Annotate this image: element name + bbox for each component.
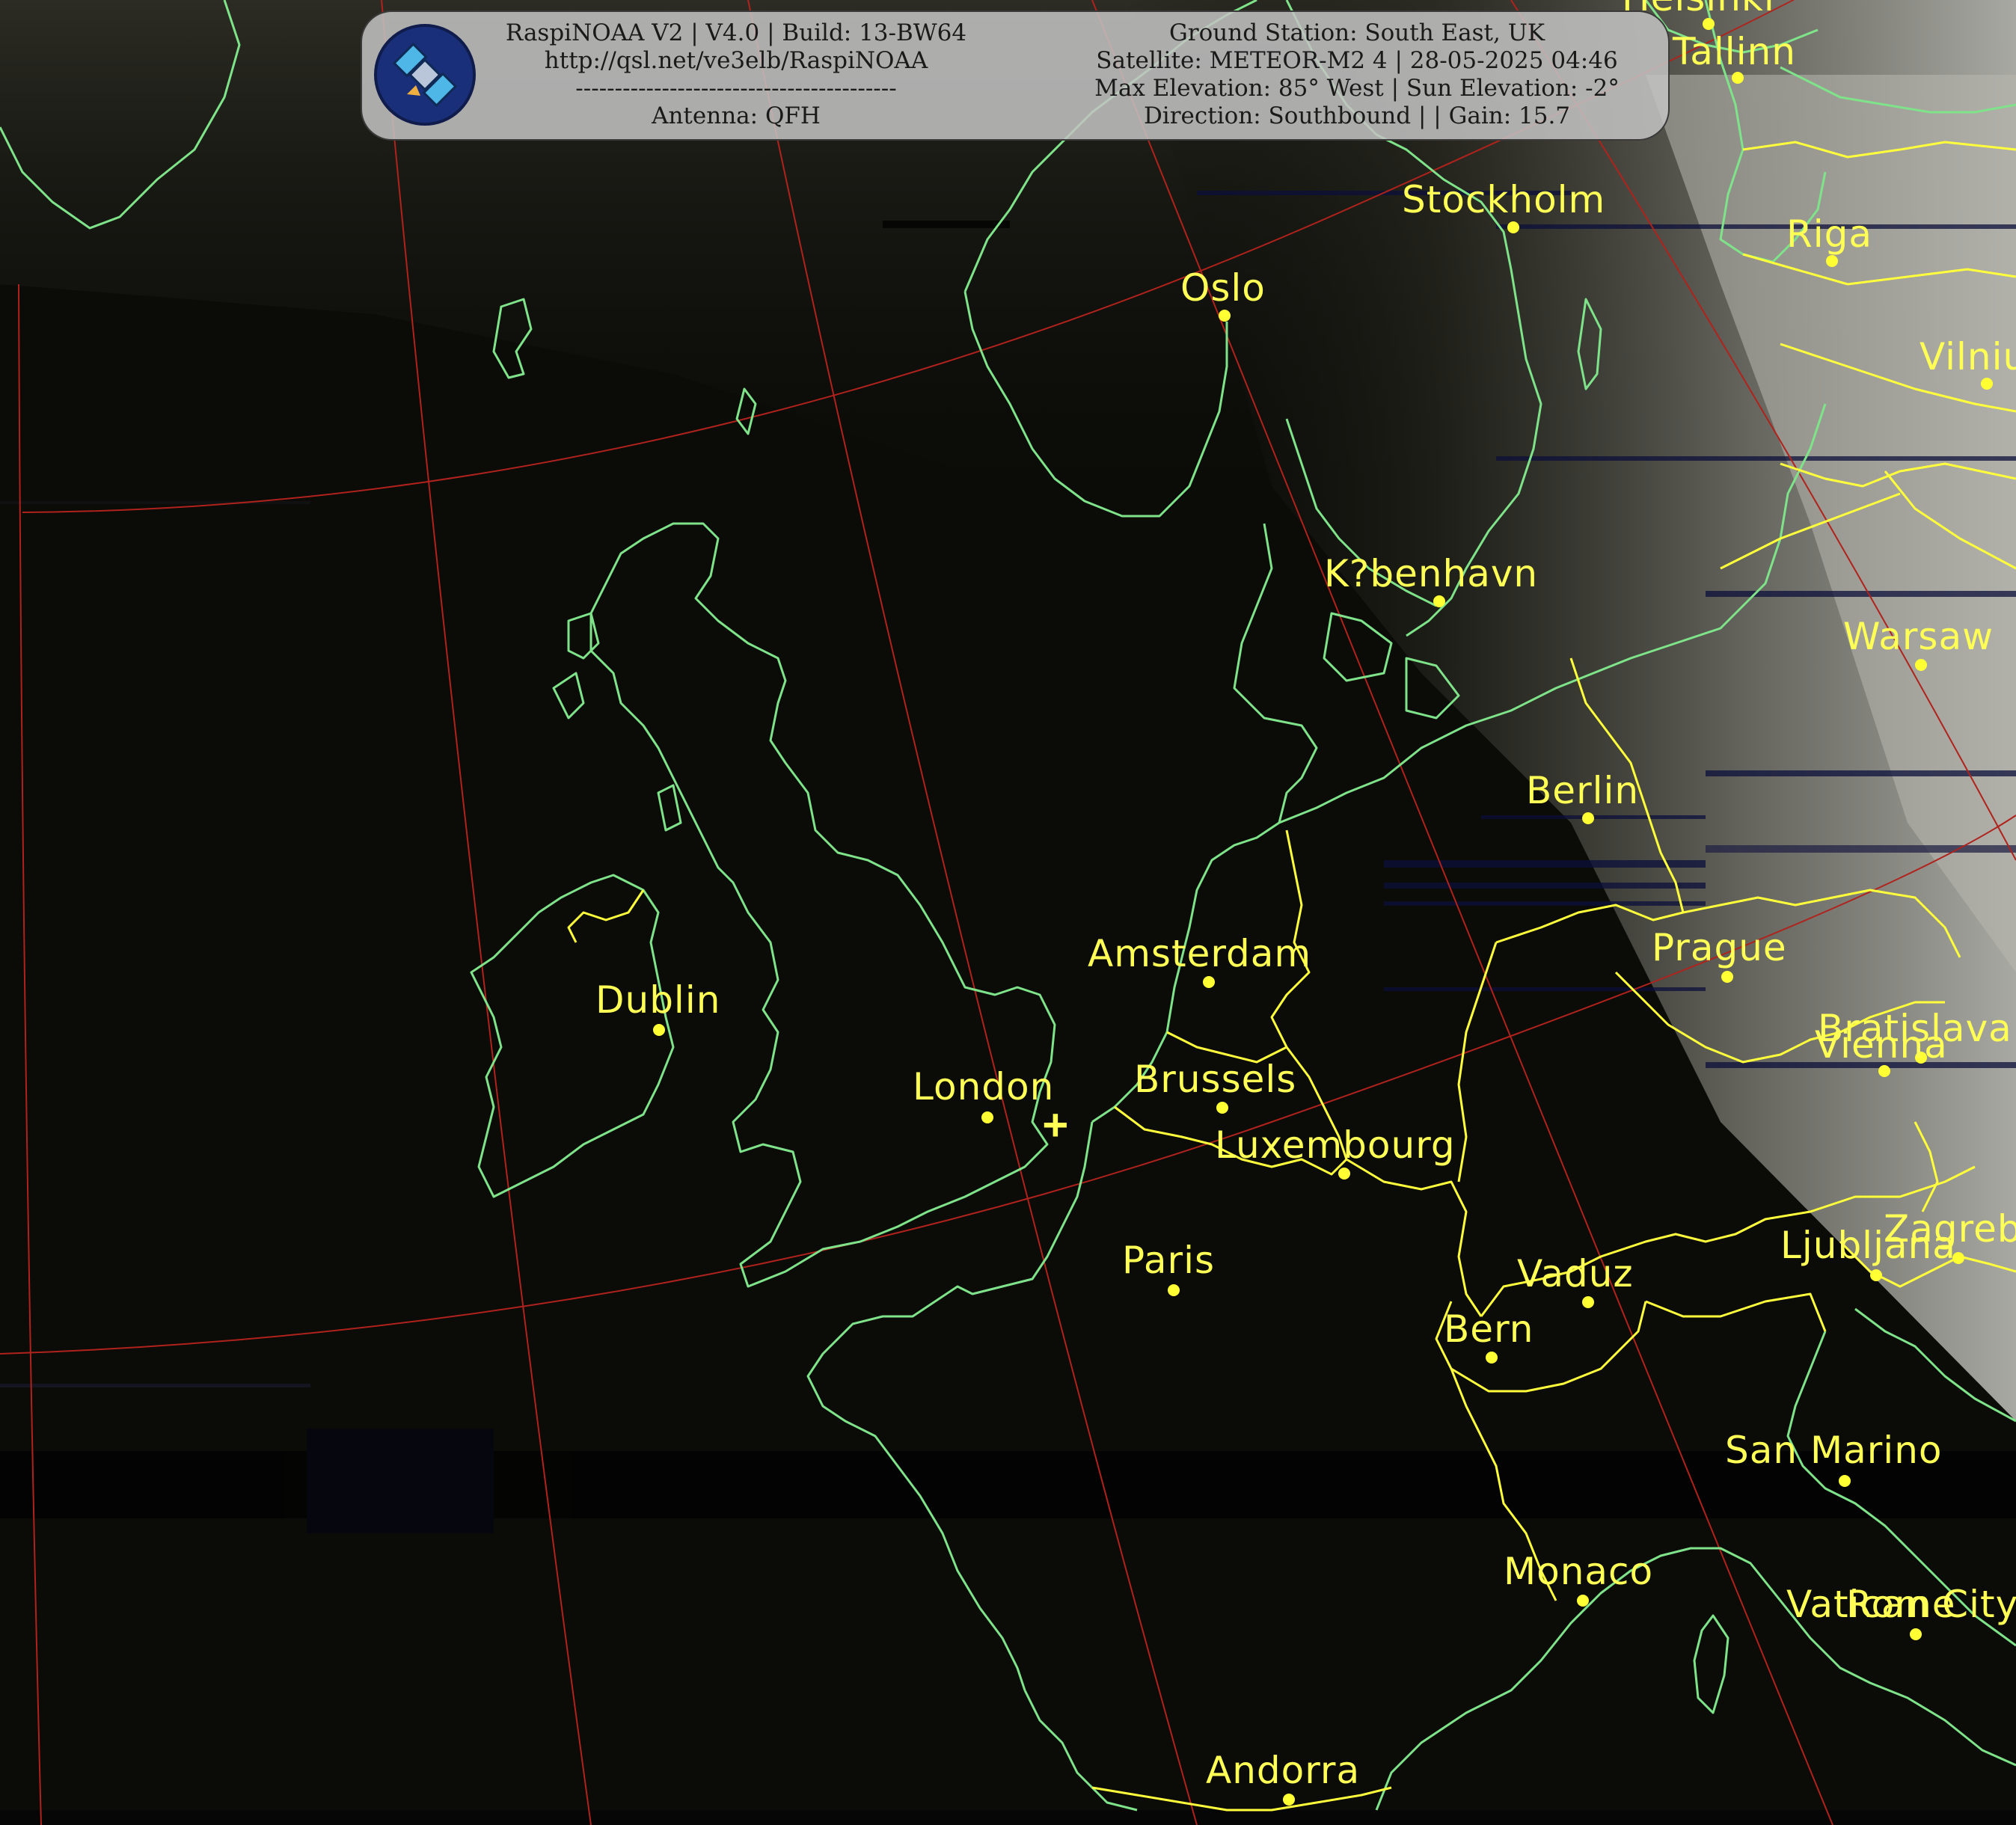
header-left-column: RaspiNOAA V2 | V4.0 | Build: 13-BW64 htt… bbox=[489, 19, 983, 130]
city-label-rome: Rome bbox=[1846, 1583, 1956, 1626]
city-marker-helsinki bbox=[1703, 18, 1715, 30]
antenna-info: Antenna: QFH bbox=[652, 102, 821, 129]
city-marker-oslo bbox=[1219, 310, 1231, 322]
city-label-monaco: Monaco bbox=[1504, 1550, 1654, 1593]
software-version: RaspiNOAA V2 | V4.0 | Build: 13-BW64 bbox=[505, 19, 967, 46]
city-label-prague: Prague bbox=[1652, 926, 1787, 969]
plus-marker-icon: + bbox=[1043, 1100, 1068, 1149]
city-marker-amsterdam bbox=[1203, 976, 1215, 988]
city-label-paris: Paris bbox=[1122, 1239, 1216, 1282]
city-label-tallinn: Tallinn bbox=[1673, 30, 1796, 73]
city-marker-warsaw bbox=[1915, 659, 1927, 671]
city-label-vienna: Vienna bbox=[1815, 1023, 1948, 1067]
divider-line: ----------------------------------------… bbox=[575, 75, 897, 102]
city-label-berlin: Berlin bbox=[1526, 769, 1640, 812]
satellite-image-viewer: RaspiNOAA V2 | V4.0 | Build: 13-BW64 htt… bbox=[0, 0, 2016, 1825]
city-marker-san-marino bbox=[1839, 1475, 1851, 1487]
city-label-dublin: Dublin bbox=[595, 978, 721, 1022]
city-label-vilnius: Vilnius bbox=[1920, 335, 2016, 378]
city-label-bern: Bern bbox=[1444, 1307, 1534, 1351]
satellite-info: Satellite: METEOR-M2 4 | 28-05-2025 04:4… bbox=[1096, 47, 1618, 74]
city-label-warsaw: Warsaw bbox=[1843, 615, 1994, 658]
city-label-san-marino: San Marino bbox=[1725, 1429, 1943, 1472]
city-label-stockholm: Stockholm bbox=[1402, 178, 1606, 221]
city-marker-paris bbox=[1168, 1284, 1180, 1296]
city-marker-monaco bbox=[1577, 1595, 1589, 1607]
city-label-oslo: Oslo bbox=[1180, 266, 1266, 310]
city-label-andorra: Andorra bbox=[1206, 1749, 1361, 1792]
city-marker-london bbox=[981, 1111, 993, 1123]
city-label-brussels: Brussels bbox=[1134, 1058, 1297, 1101]
city-marker-vilnius bbox=[1981, 378, 1993, 390]
elevation-info: Max Elevation: 85° West | Sun Elevation:… bbox=[1094, 75, 1620, 102]
city-marker-brussels bbox=[1216, 1102, 1228, 1114]
city-marker-andorra bbox=[1283, 1794, 1295, 1806]
city-marker-luxembourg bbox=[1338, 1168, 1350, 1180]
city-marker-vaduz bbox=[1582, 1296, 1594, 1308]
header-right-column: Ground Station: South East, UK Satellite… bbox=[1050, 19, 1664, 130]
city-label-copenhagen: K?benhavn bbox=[1324, 552, 1539, 595]
city-marker-copenhagen bbox=[1433, 595, 1445, 607]
pass-info-panel: RaspiNOAA V2 | V4.0 | Build: 13-BW64 htt… bbox=[361, 10, 1670, 141]
city-marker-dublin bbox=[653, 1024, 665, 1036]
city-label-amsterdam: Amsterdam bbox=[1088, 932, 1312, 975]
satellite-icon bbox=[374, 24, 476, 126]
city-marker-stockholm bbox=[1507, 221, 1519, 233]
ground-station-info: Ground Station: South East, UK bbox=[1169, 19, 1545, 46]
city-label-ljubljana: Ljubljana bbox=[1780, 1224, 1956, 1267]
direction-gain-info: Direction: Southbound | | Gain: 15.7 bbox=[1143, 102, 1571, 129]
city-label-london: London bbox=[913, 1065, 1055, 1108]
city-marker-rome bbox=[1910, 1628, 1922, 1640]
city-marker-berlin bbox=[1582, 812, 1594, 824]
city-marker-riga bbox=[1826, 255, 1838, 267]
city-marker-tallinn bbox=[1732, 72, 1744, 84]
city-label-luxembourg: Luxembourg bbox=[1215, 1123, 1456, 1167]
city-marker-vienna bbox=[1878, 1065, 1890, 1077]
city-label-helsinki: Helsinki bbox=[1622, 0, 1775, 16]
city-label-riga: Riga bbox=[1786, 212, 1873, 256]
city-marker-ljubljana bbox=[1870, 1269, 1882, 1281]
satellite-map bbox=[0, 0, 2016, 1825]
project-url: http://qsl.net/ve3elb/RaspiNOAA bbox=[544, 47, 928, 74]
city-label-vaduz: Vaduz bbox=[1517, 1252, 1634, 1295]
city-marker-prague bbox=[1721, 971, 1733, 983]
city-marker-bern bbox=[1486, 1352, 1498, 1364]
